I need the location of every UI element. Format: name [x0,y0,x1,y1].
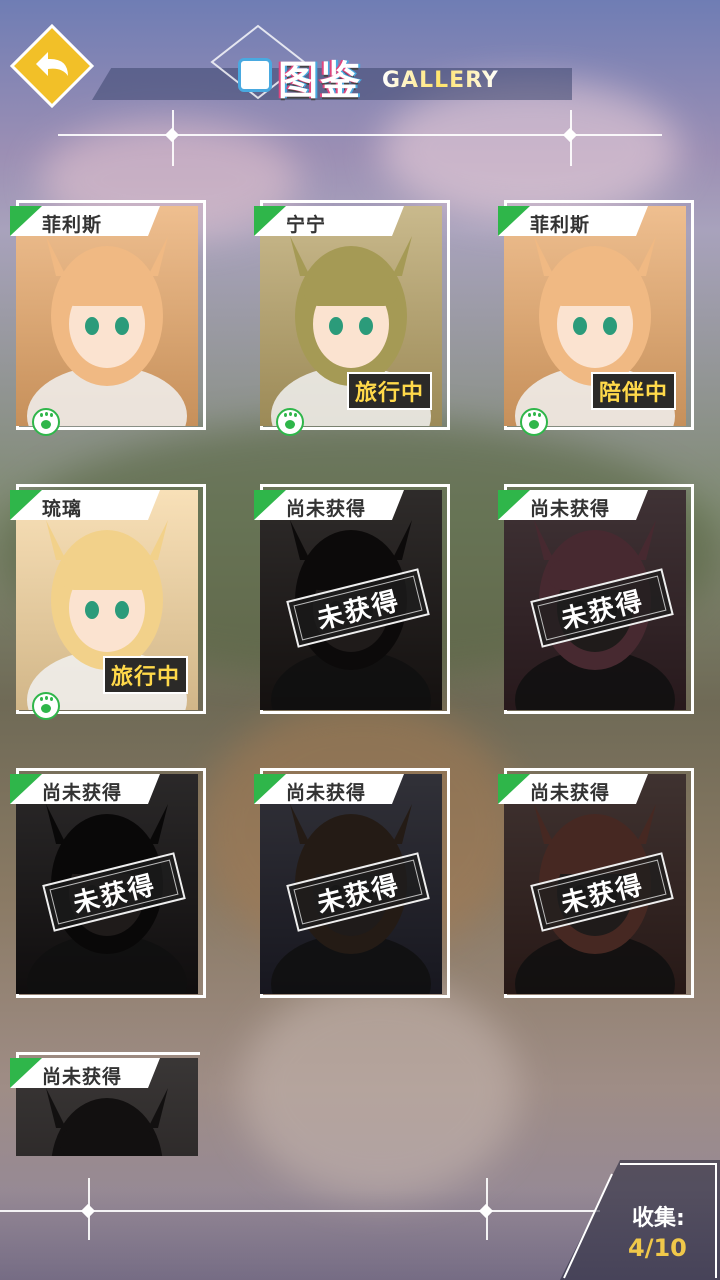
status-badge: 旅行中 [346,372,432,410]
character-nameplate: 尚未获得 [10,1058,160,1088]
nameplate-accent [254,490,286,520]
character-name: 尚未获得 [42,782,123,804]
back-button[interactable] [10,24,94,108]
page-title-en: GALLERY [382,68,499,93]
character-name: 尚未获得 [530,782,611,804]
character-nameplate: 菲利斯 [10,206,160,236]
nameplate-accent [10,1058,42,1088]
character-nameplate: 尚未获得 [498,490,648,520]
character-name: 菲利斯 [530,214,591,236]
gallery-card[interactable]: 菲利斯陪伴中 [498,200,694,436]
character-figure [27,236,187,426]
nameplate-accent [254,774,286,804]
gallery-card[interactable]: 尚未获得 未获得 [254,484,450,714]
paw-icon [32,692,60,720]
nameplate-accent [498,490,530,520]
character-name: 尚未获得 [42,1066,123,1088]
header-bar: 图鉴 GALLERY [0,0,720,166]
gallery-book-icon [238,58,272,92]
gallery-card[interactable]: 宁宁旅行中 [254,200,450,436]
character-nameplate: 尚未获得 [254,490,404,520]
gallery-card[interactable]: 尚未获得 未获得 [498,484,694,714]
gallery-card[interactable]: 尚未获得 [10,1052,200,1156]
paw-icon [520,408,548,436]
gallery-card[interactable]: 菲利斯 [10,200,206,436]
character-name: 尚未获得 [530,498,611,520]
gallery-card[interactable]: 尚未获得 未获得 [498,768,694,998]
status-badge: 陪伴中 [590,372,676,410]
character-nameplate: 琉璃 [10,490,160,520]
character-name: 菲利斯 [42,214,103,236]
character-nameplate: 尚未获得 [254,774,404,804]
character-nameplate: 尚未获得 [10,774,160,804]
nameplate-accent [498,206,530,236]
collection-label: 收集: [632,1206,685,1231]
gallery-card[interactable]: 琉璃旅行中 [10,484,206,720]
nameplate-accent [10,206,42,236]
bg-path [240,980,520,1200]
divider-node [164,127,180,143]
character-nameplate: 宁宁 [254,206,404,236]
character-nameplate: 菲利斯 [498,206,648,236]
page-title: 图鉴 [278,58,362,104]
nameplate-accent [10,490,42,520]
character-name: 宁宁 [286,214,327,236]
gallery-card[interactable]: 尚未获得 未获得 [254,768,450,998]
nameplate-accent [10,774,42,804]
nameplate-accent [254,206,286,236]
paw-icon [32,408,60,436]
character-name: 尚未获得 [286,498,367,520]
status-badge: 旅行中 [102,656,188,694]
collection-count: 4/10 [628,1234,687,1262]
character-nameplate: 尚未获得 [498,774,648,804]
character-name: 尚未获得 [286,782,367,804]
character-portrait [16,206,198,426]
paw-icon [276,408,304,436]
divider-node [562,127,578,143]
gallery-card[interactable]: 尚未获得 未获得 [10,768,206,998]
character-name: 琉璃 [42,498,83,520]
nameplate-accent [498,774,530,804]
